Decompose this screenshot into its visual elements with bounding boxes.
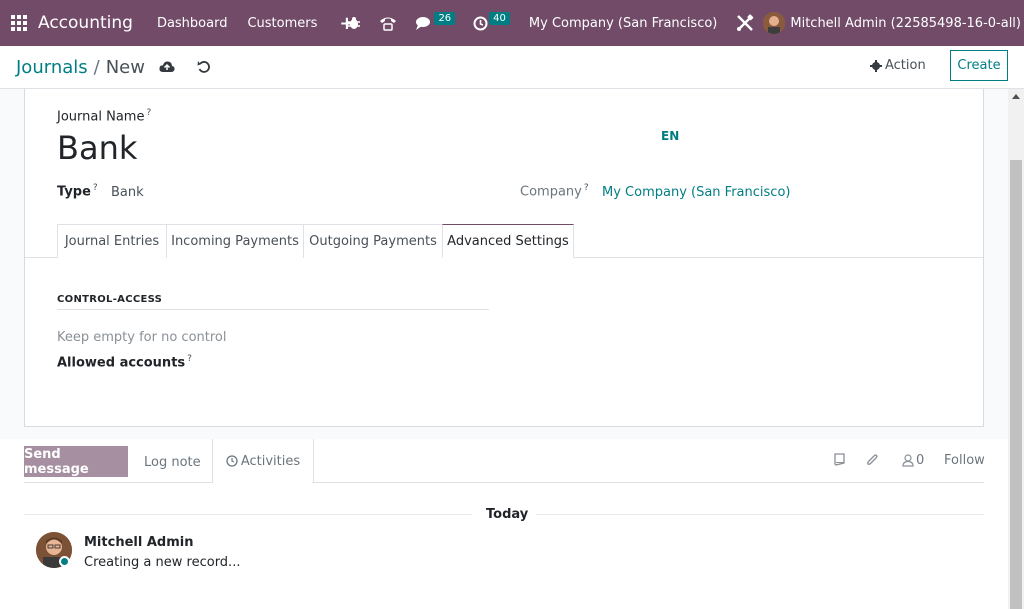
type-label-text: Type (57, 184, 91, 200)
chatter: Send message Log note Activities 0 Follo… (0, 439, 1008, 609)
followers-count: 0 (916, 453, 925, 468)
date-divider (536, 514, 984, 515)
tab-advanced-settings[interactable]: Advanced Settings (442, 224, 574, 258)
online-status-icon (59, 556, 70, 567)
settings-tools-icon[interactable] (736, 0, 754, 46)
message-author[interactable]: Mitchell Admin (84, 535, 193, 550)
user-icon (902, 454, 914, 467)
company-label-text: Company (520, 184, 582, 200)
paperclip-icon[interactable] (866, 453, 879, 467)
chatter-divider (24, 482, 212, 483)
action-label: Action (885, 58, 926, 73)
section-divider (57, 309, 489, 310)
send-message-button[interactable]: Send message (24, 446, 128, 477)
tab-journal-entries[interactable]: Journal Entries (57, 224, 167, 258)
top-navbar: Accounting Dashboard Customers + 26 40 M… (0, 0, 1024, 46)
form-view: Journal Name? Bank EN Type? Bank Company… (0, 89, 1008, 439)
allowed-accounts-label: Allowed accounts? (57, 354, 192, 370)
followers-button[interactable]: 0 (902, 453, 924, 468)
activities-button[interactable]: Activities (212, 439, 314, 483)
date-divider (24, 514, 472, 515)
type-label: Type? (57, 183, 98, 199)
form-sheet: Journal Name? Bank EN Type? Bank Company… (24, 89, 984, 427)
activities-label: Activities (240, 453, 301, 469)
allowed-accounts-input[interactable]: Keep empty for no control (57, 330, 227, 345)
messages-icon[interactable]: 26 (415, 0, 456, 46)
menu-dashboard[interactable]: Dashboard (157, 16, 228, 31)
menu-customers[interactable]: Customers (247, 16, 317, 31)
action-button[interactable]: Action (870, 58, 926, 73)
message-body: Creating a new record... (84, 555, 241, 570)
language-button[interactable]: EN (661, 129, 679, 143)
help-tooltip-icon[interactable]: ? (146, 108, 151, 118)
date-separator: Today (486, 507, 529, 522)
type-select[interactable]: Bank (111, 185, 144, 200)
tab-outgoing-payments[interactable]: Outgoing Payments (303, 224, 443, 258)
follow-button[interactable]: Follow (944, 453, 985, 468)
journal-name-input[interactable]: Bank (57, 129, 137, 167)
app-name[interactable]: Accounting (38, 13, 133, 33)
create-button[interactable]: Create (950, 50, 1008, 81)
breadcrumb-separator: / (93, 56, 100, 78)
gear-icon (870, 59, 882, 72)
user-avatar[interactable] (763, 12, 786, 34)
messages-badge: 26 (434, 11, 456, 25)
apps-menu-icon[interactable] (0, 0, 38, 46)
tab-incoming-payments[interactable]: Incoming Payments (166, 224, 304, 258)
user-menu[interactable]: Mitchell Admin (22585498-16-0-all) (790, 16, 1021, 31)
breadcrumb-journals[interactable]: Journals (16, 57, 88, 78)
discard-undo-icon[interactable] (197, 60, 211, 74)
save-cloud-icon[interactable] (159, 60, 175, 74)
scrollbar-thumb[interactable] (1010, 160, 1022, 609)
journal-name-label-text: Journal Name (57, 109, 145, 125)
scroll-up-arrow-icon[interactable] (1012, 94, 1020, 99)
chatter-divider (312, 482, 984, 483)
debug-bug-icon[interactable] (347, 0, 361, 46)
log-note-button[interactable]: Log note (144, 455, 201, 470)
company-switcher[interactable]: My Company (San Francisco) (529, 16, 717, 31)
clock-icon (226, 455, 238, 467)
help-tooltip-icon[interactable]: ? (584, 183, 589, 193)
help-tooltip-icon[interactable]: ? (93, 183, 98, 193)
help-tooltip-icon[interactable]: ? (187, 354, 192, 364)
company-field[interactable]: My Company (San Francisco) (602, 185, 790, 200)
control-panel: Journals / New Action Create (0, 46, 1024, 89)
activities-clock-icon[interactable]: 40 (473, 0, 510, 46)
company-label: Company? (520, 183, 589, 199)
breadcrumb-current: New (105, 56, 145, 78)
allowed-accounts-label-text: Allowed accounts (57, 355, 186, 371)
activities-badge: 40 (489, 11, 510, 25)
breadcrumb: Journals / New (16, 57, 145, 78)
section-title: CONTROL-ACCESS (57, 294, 163, 305)
phone-icon[interactable] (379, 0, 397, 46)
journal-name-label: Journal Name? (57, 108, 151, 124)
search-messages-icon[interactable] (833, 453, 846, 466)
